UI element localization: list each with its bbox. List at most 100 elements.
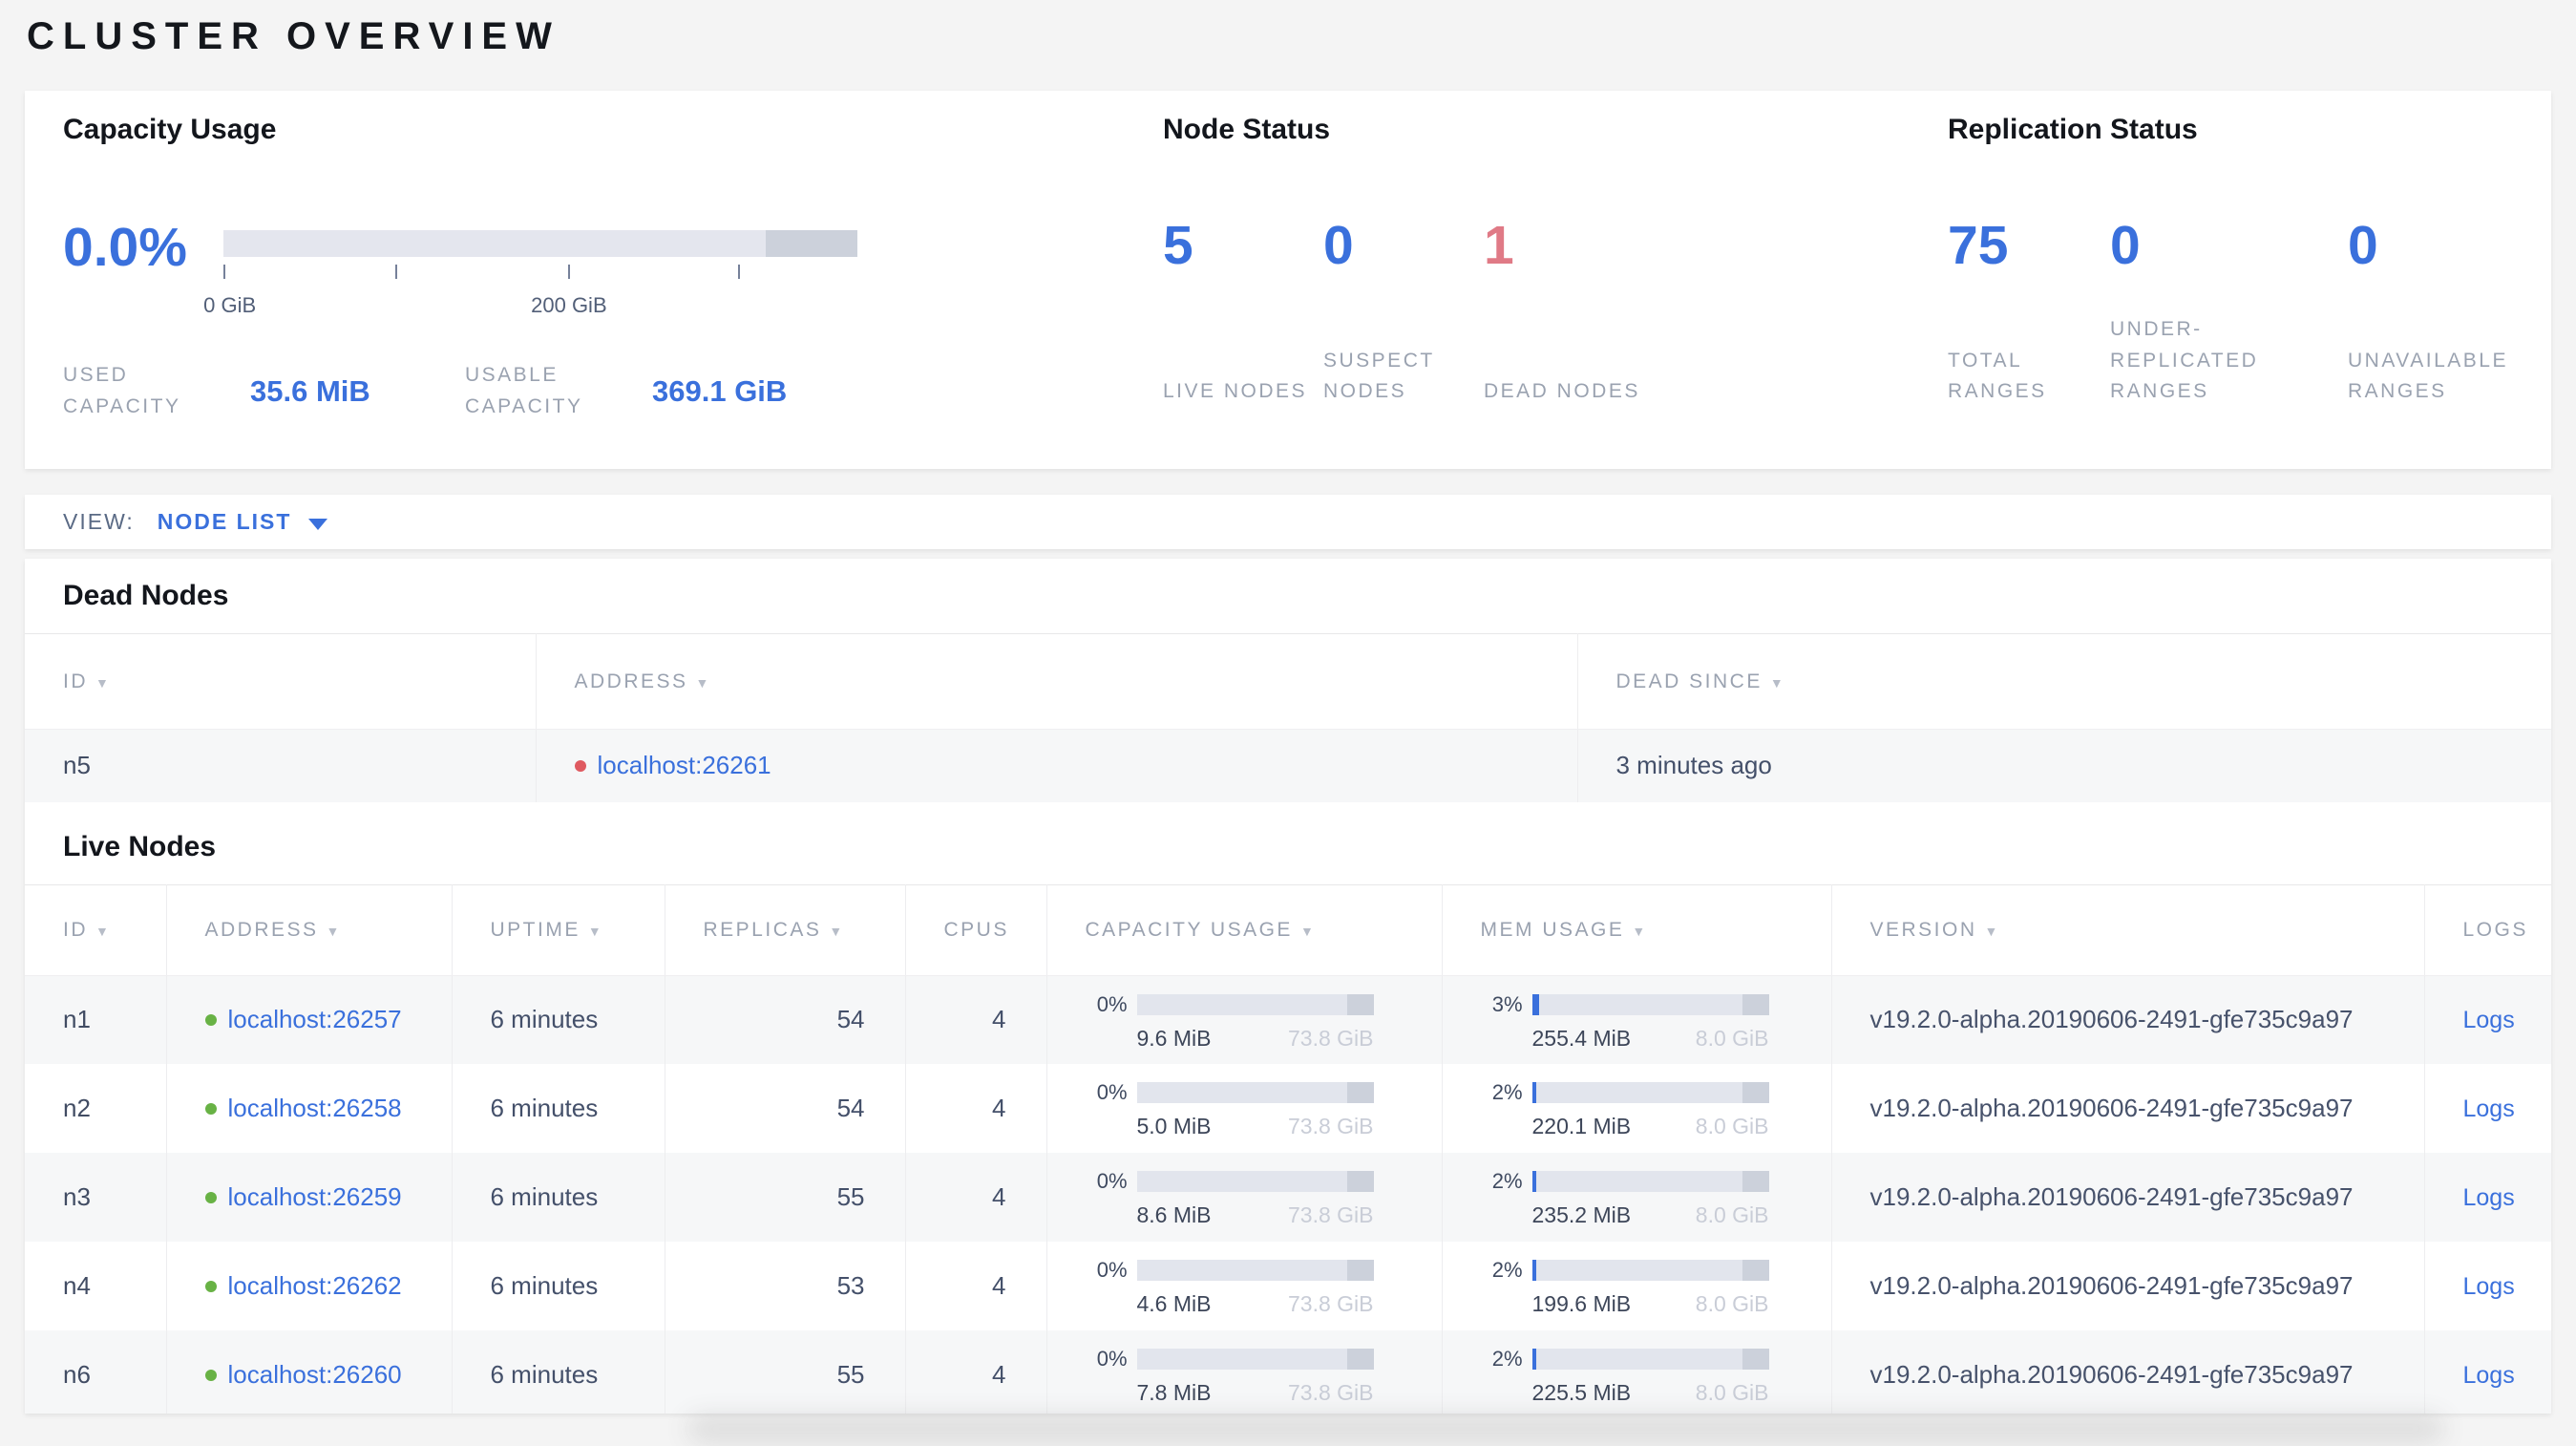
node-mem-usage-cell: 2% 199.6 MiB 8.0 GiB <box>1442 1242 1832 1330</box>
capacity-axis-ticks: 0 GiB 200 GiB <box>203 265 857 317</box>
node-address-link[interactable]: localhost:26262 <box>228 1271 402 1301</box>
live-nodes-heading: Live Nodes <box>63 830 217 862</box>
view-selected-value[interactable]: NODE LIST <box>158 509 292 535</box>
logs-link[interactable]: Logs <box>2463 1273 2515 1300</box>
used-capacity: USED CAPACITY 35.6 MiB <box>63 360 465 422</box>
mem-percent: 2% <box>1491 1080 1523 1104</box>
capacity-reserved-segment <box>1347 1171 1374 1192</box>
capacity-usage-bar <box>1136 1171 1374 1192</box>
node-uptime: 6 minutes <box>452 1153 665 1242</box>
node-address-cell: localhost:26261 <box>536 729 1578 802</box>
mem-used-value: 225.5 MiB <box>1531 1380 1632 1405</box>
mem-fill <box>1531 1349 1537 1370</box>
capacity-used-value: 4.6 MiB <box>1136 1291 1212 1316</box>
capacity-usage-bar <box>1136 1260 1374 1281</box>
capacity-usage-title: Capacity Usage <box>63 114 277 145</box>
sort-desc-icon: ▼ <box>1984 923 2000 939</box>
capacity-used-value: 5.0 MiB <box>1136 1114 1212 1138</box>
mem-used-value: 235.2 MiB <box>1531 1202 1632 1227</box>
node-cpus: 4 <box>905 1242 1047 1330</box>
mem-usage-bar <box>1531 1082 1769 1103</box>
axis-tick-label: 200 GiB <box>531 293 607 317</box>
used-capacity-label: USED CAPACITY <box>63 364 181 417</box>
node-address-cell: localhost:26259 <box>166 1153 453 1242</box>
capacity-values: USED CAPACITY 35.6 MiB USABLE CAPACITY 3… <box>63 360 787 422</box>
node-uptime: 6 minutes <box>452 1064 665 1153</box>
sort-desc-icon: ▼ <box>1299 923 1317 939</box>
node-version: v19.2.0-alpha.20190606-2491-gfe735c9a97 <box>1831 1330 2425 1414</box>
node-mem-usage-cell: 2% 220.1 MiB 8.0 GiB <box>1442 1064 1832 1153</box>
live-col-uptime[interactable]: UPTIME ▼ <box>452 883 665 976</box>
capacity-total-value: 73.8 GiB <box>1288 1202 1374 1227</box>
capacity-percent: 0% <box>1096 1080 1128 1104</box>
live-col-capacity-usage[interactable]: CAPACITY USAGE ▼ <box>1046 883 1443 976</box>
dead-col-address[interactable]: ADDRESS ▼ <box>536 633 1578 730</box>
node-address-link[interactable]: localhost:26257 <box>228 1005 402 1034</box>
live-col-cpus: CPUS <box>905 883 1047 976</box>
node-replicas: 55 <box>665 1153 906 1242</box>
total-ranges-count: 75 <box>1948 215 2009 276</box>
mem-total-value: 8.0 GiB <box>1695 1114 1769 1138</box>
dead-nodes-count: 1 <box>1484 215 1514 276</box>
node-replicas: 55 <box>665 1330 906 1414</box>
node-id: n1 <box>25 975 167 1064</box>
node-address-cell: localhost:26258 <box>166 1064 453 1153</box>
sort-desc-icon: ▼ <box>587 923 604 939</box>
node-status-section: Node Status 5 0 1 LIVE NODES SUSPECT NOD… <box>1163 91 1927 469</box>
logs-link[interactable]: Logs <box>2463 1362 2515 1389</box>
mem-used-value: 199.6 MiB <box>1531 1291 1632 1316</box>
replication-status-section: Replication Status 75 0 0 TOTAL RANGES U… <box>1948 91 2551 469</box>
node-id: n5 <box>25 729 537 802</box>
capacity-bar-reserved-segment <box>765 230 857 257</box>
node-id: n3 <box>25 1153 167 1242</box>
mem-reserved-segment <box>1742 1349 1769 1370</box>
view-label: VIEW: <box>63 509 135 534</box>
node-logs-cell: Logs <box>2424 1242 2551 1330</box>
dead-nodes-heading: Dead Nodes <box>63 580 229 611</box>
live-col-mem-usage[interactable]: MEM USAGE ▼ <box>1442 883 1832 976</box>
capacity-percent: 0% <box>1096 1258 1128 1282</box>
node-uptime: 6 minutes <box>452 975 665 1064</box>
logs-link[interactable]: Logs <box>2463 1007 2515 1033</box>
node-logs-cell: Logs <box>2424 975 2551 1064</box>
mem-usage-bar <box>1531 1171 1769 1192</box>
suspect-nodes-count: 0 <box>1323 215 1354 276</box>
mem-used-value: 255.4 MiB <box>1531 1025 1632 1051</box>
node-version: v19.2.0-alpha.20190606-2491-gfe735c9a97 <box>1831 1153 2425 1242</box>
node-version: v19.2.0-alpha.20190606-2491-gfe735c9a97 <box>1831 975 2425 1064</box>
dead-col-dead-since[interactable]: DEAD SINCE ▼ <box>1577 633 2551 730</box>
mem-usage-bar <box>1531 1260 1769 1281</box>
dead-nodes-table: ID ▼ ADDRESS ▼ DEAD SINCE ▼ n5 localhost:26… <box>25 633 2551 802</box>
capacity-bar-usable-segment <box>223 230 766 257</box>
live-col-id[interactable]: ID ▼ <box>25 883 167 976</box>
nodes-content-panel: Dead Nodes ID ▼ ADDRESS ▼ DEAD SINCE ▼ n5 l… <box>25 559 2551 1414</box>
node-address-link[interactable]: localhost:26260 <box>228 1360 402 1390</box>
live-nodes-table: ID ▼ ADDRESS ▼ UPTIME ▼ REPLICAS ▼ CPUS CAPA… <box>25 883 2551 1414</box>
node-address-link[interactable]: localhost:26261 <box>598 751 771 780</box>
capacity-percent: 0% <box>1096 1347 1128 1371</box>
mem-usage-bar <box>1531 1349 1769 1370</box>
cluster-overview-page: CLUSTER OVERVIEW Capacity Usage 0.0% 0 G… <box>0 0 2576 1446</box>
live-col-address[interactable]: ADDRESS ▼ <box>166 883 453 976</box>
live-col-replicas[interactable]: REPLICAS ▼ <box>665 883 906 976</box>
capacity-used-value: 8.6 MiB <box>1136 1202 1212 1227</box>
live-col-version[interactable]: VERSION ▼ <box>1831 883 2425 976</box>
mem-total-value: 8.0 GiB <box>1695 1291 1769 1316</box>
dead-nodes-header-row: ID ▼ ADDRESS ▼ DEAD SINCE ▼ <box>25 633 2551 730</box>
node-address-link[interactable]: localhost:26258 <box>228 1094 402 1123</box>
logs-link[interactable]: Logs <box>2463 1095 2515 1122</box>
node-capacity-usage-cell: 0% 9.6 MiB 73.8 GiB <box>1046 975 1443 1064</box>
dead-col-id[interactable]: ID ▼ <box>25 633 537 730</box>
node-address-link[interactable]: localhost:26259 <box>228 1182 402 1212</box>
node-version: v19.2.0-alpha.20190606-2491-gfe735c9a97 <box>1831 1242 2425 1330</box>
logs-link[interactable]: Logs <box>2463 1184 2515 1211</box>
node-id: n2 <box>25 1064 167 1153</box>
usable-capacity: USABLE CAPACITY 369.1 GiB <box>465 360 787 422</box>
capacity-used-value: 7.8 MiB <box>1136 1380 1212 1405</box>
mem-percent: 2% <box>1491 1347 1523 1371</box>
capacity-total-value: 73.8 GiB <box>1288 1025 1374 1051</box>
dead-since-value: 3 minutes ago <box>1577 729 2551 802</box>
sort-desc-icon: ▼ <box>95 923 112 939</box>
view-selector-dropdown[interactable]: NODE LIST <box>158 509 328 535</box>
node-cpus: 4 <box>905 1330 1047 1414</box>
